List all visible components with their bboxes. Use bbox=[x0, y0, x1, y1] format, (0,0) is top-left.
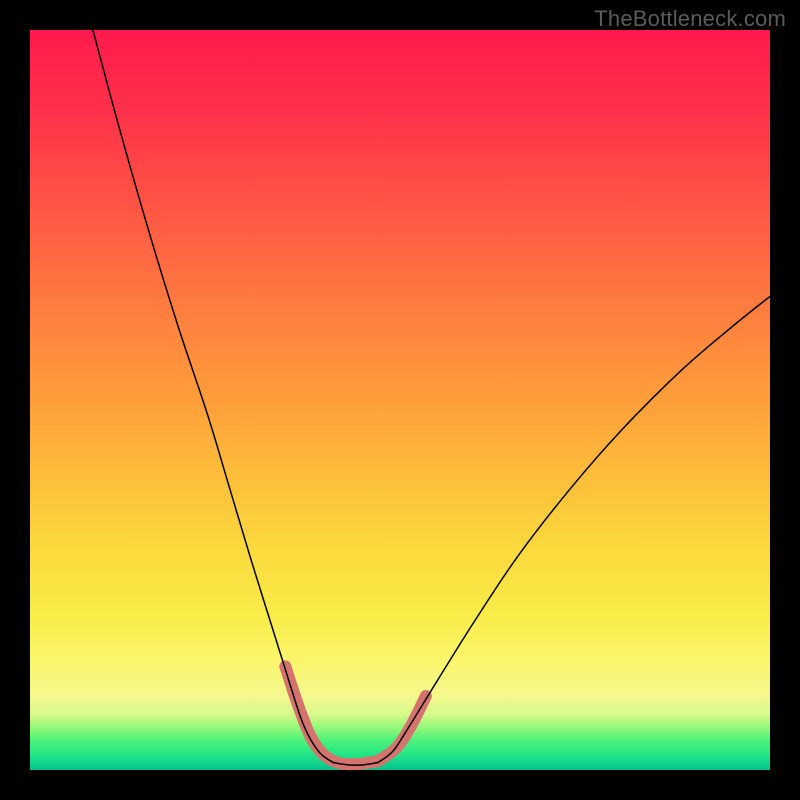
plot-area bbox=[30, 30, 770, 770]
highlight-right bbox=[378, 696, 426, 761]
bottleneck-curve-left bbox=[93, 30, 334, 763]
chart-frame: TheBottleneck.com bbox=[0, 0, 800, 800]
highlight-group bbox=[285, 666, 426, 764]
bottleneck-curve-right bbox=[378, 296, 770, 762]
watermark-text: TheBottleneck.com bbox=[594, 6, 786, 32]
curve-layer bbox=[30, 30, 770, 770]
curve-group bbox=[93, 30, 770, 765]
